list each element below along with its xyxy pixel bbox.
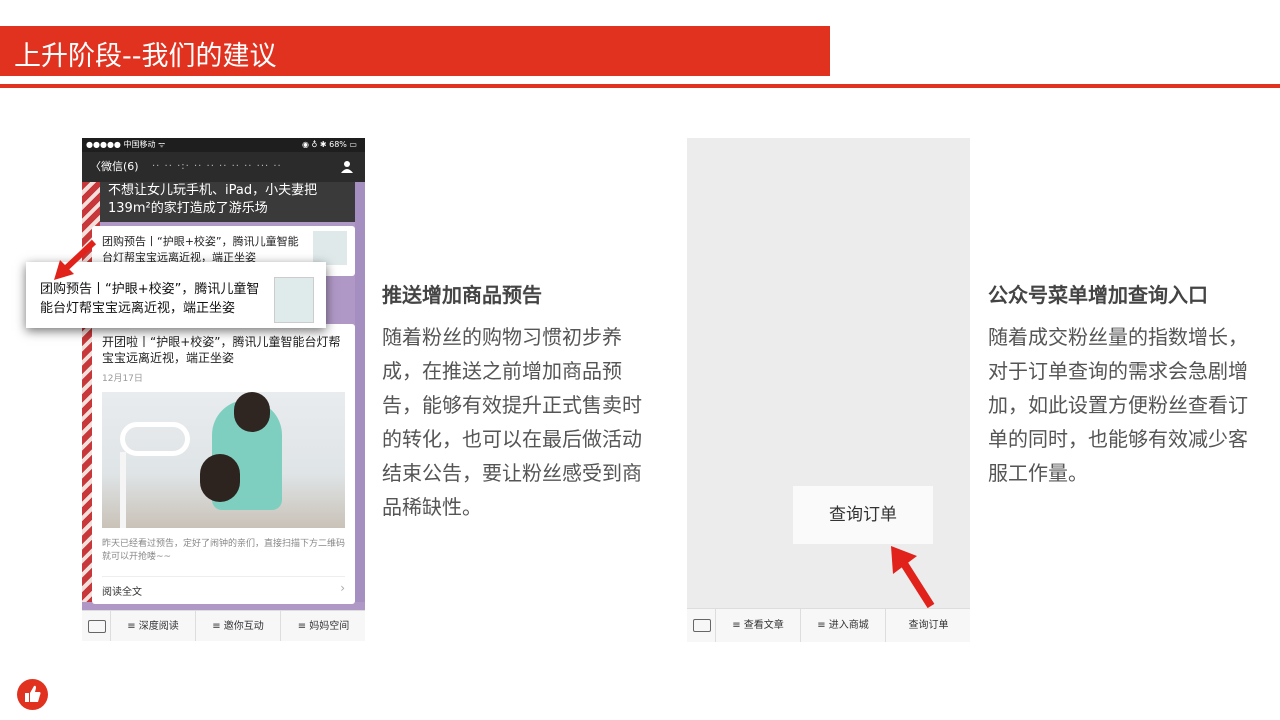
battery-status: ◉ ♁ ✱ 68% ▭ [301,140,357,149]
profile-icon[interactable] [341,160,353,173]
keyboard-icon[interactable] [88,620,106,633]
purple-background [355,182,365,602]
menu-item-deep-read[interactable]: ≡ 深度阅读 [110,611,195,641]
left-phone-screenshot: ●●●●● 中国移动 ᯤ ◉ ♁ ✱ 68% ▭ 〈微信(6) ·· ·· ·:… [82,138,365,641]
order-query-popup[interactable]: 查询订单 [793,486,933,544]
article-thumbnail [313,231,347,265]
keyboard-icon[interactable] [693,619,711,632]
section2-heading: 公众号菜单增加查询入口 [988,283,1208,307]
menu-item-enter-mall[interactable]: ≡ 进入商城 [800,609,885,642]
chat-title: ·· ·· ·:· ·· ·· ·· ·· ·· ··· ·· [152,161,282,172]
article-summary: 昨天已经看过预告，定好了闹钟的亲们，直接扫描下方二维码就可以开抢喽~~ [102,539,346,562]
article-card-main[interactable]: 开团啦丨“护眼+校姿”，腾讯儿童智能台灯帮宝宝远离近视，端正坐姿 12月17日 … [92,324,355,604]
section1-body: 随着粉丝的购物习惯初步养成，在推送之前增加商品预告，能够有效提升正式售卖时的转化… [382,325,642,519]
article-date: 12月17日 [102,374,143,384]
back-button[interactable]: 〈微信(6) [90,152,139,182]
article-top-title: 不想让女儿玩手机、iPad，小夫妻把139m²的家打造成了游乐场 [108,183,318,216]
section1-heading: 推送增加商品预告 [382,283,542,307]
mother-head [234,392,270,432]
read-all-link[interactable]: 阅读全文 [102,583,142,598]
section2-body: 随着成交粉丝量的指数增长，对于订单查询的需求会急剧增加，如此设置方便粉丝查看订单… [988,325,1248,485]
article-card-top[interactable]: 不想让女儿玩手机、iPad，小夫妻把139m²的家打造成了游乐场 [100,182,355,222]
left-bottom-menu: ≡ 深度阅读 ≡ 邀你互动 ≡ 妈妈空间 [82,610,365,641]
callout-text: 团购预告丨“护眼+校姿”，腾讯儿童智能台灯帮宝宝远离近视，端正坐姿 [40,282,260,316]
right-bottom-menu: ≡ 查看文章 ≡ 进入商城 查询订单 [687,608,970,642]
article-photo [102,392,345,528]
child-figure [200,454,240,502]
menu-item-mom-space[interactable]: ≡ 妈妈空间 [280,611,365,641]
carrier-status: ●●●●● 中国移动 ᯤ [86,140,166,149]
callout-thumbnail [274,277,314,323]
divider [102,576,345,577]
red-arrow-icon [891,546,935,609]
menu-item-interact[interactable]: ≡ 邀你互动 [195,611,280,641]
article-main-title: 开团啦丨“护眼+校姿”，腾讯儿童智能台灯帮宝宝远离近视，端正坐姿 [102,335,341,365]
lamp-stem [120,452,126,528]
page-title: 上升阶段--我们的建议 [14,41,277,72]
status-bar: ●●●●● 中国移动 ᯤ ◉ ♁ ✱ 68% ▭ [82,138,365,152]
header-divider [0,84,1280,88]
chat-navbar: 〈微信(6) ·· ·· ·:· ·· ·· ·· ·· ·· ··· ·· [82,152,365,182]
right-phone-screenshot: 查询订单 ≡ 查看文章 ≡ 进入商城 查询订单 [687,138,970,642]
chevron-right-icon: › [340,581,345,595]
menu-item-view-articles[interactable]: ≡ 查看文章 [715,609,800,642]
lamp-shape [120,422,190,456]
title-bar: 上升阶段--我们的建议 [0,26,830,76]
red-arrow-icon [54,239,97,280]
thumbs-up-icon [17,679,48,710]
menu-item-query-order[interactable]: 查询订单 [885,609,971,642]
